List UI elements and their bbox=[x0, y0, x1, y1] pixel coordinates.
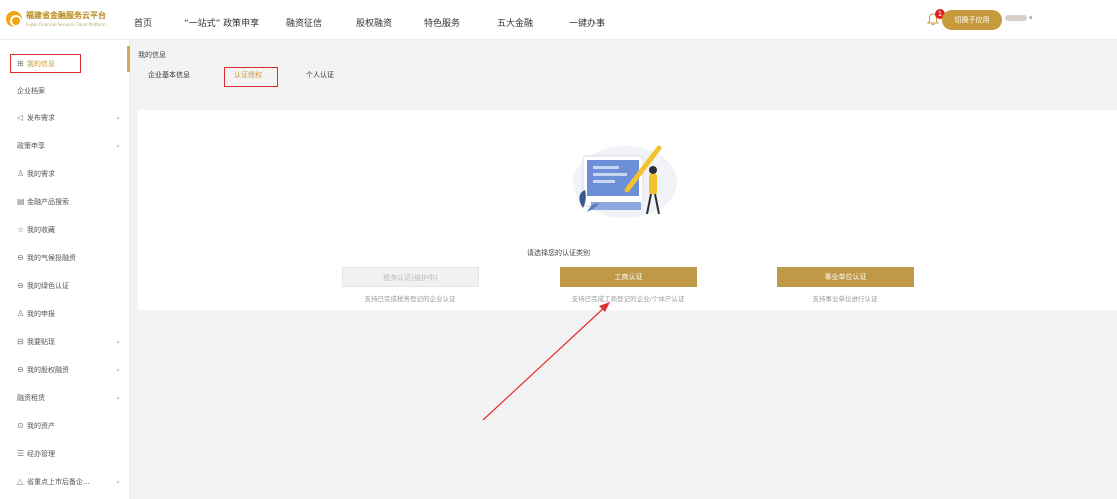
sidebar-item-label: 省重点上市后备企... bbox=[27, 478, 90, 486]
chevron-down-icon: ⌄ bbox=[115, 365, 121, 373]
sidebar-item-equity-finance[interactable]: ⊖ 我的股权融资 ⌄ bbox=[0, 360, 130, 380]
send-icon: ◁ bbox=[17, 113, 24, 122]
nav-policy[interactable]: “一站式” 政策申享 bbox=[184, 16, 259, 29]
grid-icon: ⊟ bbox=[17, 337, 24, 346]
menu-icon: ☰ bbox=[17, 449, 25, 458]
chevron-down-icon: ⌄ bbox=[115, 337, 121, 345]
nav-special[interactable]: 特色服务 bbox=[424, 16, 460, 29]
switch-app-button[interactable]: 切换子应用 bbox=[942, 10, 1002, 30]
nav-five-finance[interactable]: 五大金融 bbox=[497, 16, 533, 29]
sidebar-item-publish-demand[interactable]: ◁ 发布需求 ⌄ bbox=[0, 108, 130, 128]
nav-equity[interactable]: 股权融资 bbox=[356, 16, 392, 29]
sidebar-item-label: 我的需求 bbox=[27, 170, 55, 178]
sidebar-item-label: 经办管理 bbox=[27, 450, 55, 458]
tax-certification-desc: 支持已完成税务登记的企业认证 bbox=[364, 295, 456, 303]
target-icon: ⊙ bbox=[17, 421, 24, 430]
tax-certification-button[interactable]: 税务认证(维护中) bbox=[342, 267, 479, 287]
sidebar-item-my-applications[interactable]: ♙ 我的申报 bbox=[0, 304, 130, 324]
highlight-box-authorization-tab bbox=[224, 67, 278, 87]
platform-logo[interactable]: 福建省金融服务云平台 Fujian Financial Services Clo… bbox=[6, 10, 126, 32]
sidebar-item-label: 我的收藏 bbox=[27, 226, 55, 234]
business-certification-button[interactable]: 工商认证 bbox=[560, 267, 697, 287]
tab-bar: 企业基本信息 认证授权 个人认证 bbox=[138, 40, 1117, 92]
sidebar-item-my-assets[interactable]: ⊙ 我的资产 bbox=[0, 416, 130, 436]
sidebar-item-label: 我的股权融资 bbox=[27, 366, 69, 374]
institution-certification-desc: 支持事业单位进行认证 bbox=[812, 295, 878, 303]
sidebar-item-company-profile[interactable]: 企业档案 bbox=[0, 81, 130, 101]
sidebar-item-my-demands[interactable]: ♙ 我的需求 bbox=[0, 164, 130, 184]
sidebar-item-label: 我的申报 bbox=[27, 310, 55, 318]
top-navigation-bar: 福建省金融服务云平台 Fujian Financial Services Clo… bbox=[0, 0, 1117, 40]
sidebar: ⊞ 我的信息 企业档案 ◁ 发布需求 ⌄ 政策申享 ⌄ ♙ 我的需求 ▤ 金融产… bbox=[0, 40, 130, 499]
sidebar-item-label: 我的绿色认证 bbox=[27, 282, 69, 290]
circle-icon: ⊖ bbox=[17, 281, 24, 290]
sidebar-item-label: 我的资产 bbox=[27, 422, 55, 430]
chevron-down-icon: ⌄ bbox=[115, 113, 121, 121]
sidebar-item-leasing[interactable]: 融资租赁 ⌄ bbox=[0, 388, 130, 408]
sidebar-item-label: 金融产品搜索 bbox=[27, 198, 69, 206]
user-icon: ♙ bbox=[17, 169, 25, 178]
sidebar-item-label: 企业档案 bbox=[17, 87, 45, 95]
sidebar-item-policy[interactable]: 政策申享 ⌄ bbox=[0, 136, 130, 156]
sidebar-item-favorites[interactable]: ☆ 我的收藏 bbox=[0, 220, 130, 240]
logo-icon bbox=[6, 11, 22, 27]
certification-illustration bbox=[573, 145, 677, 218]
list-icon: ▤ bbox=[17, 197, 25, 206]
sidebar-item-label: 我要贴现 bbox=[27, 338, 55, 346]
circle-icon: ⊖ bbox=[17, 365, 24, 374]
notification-bell-icon[interactable]: 1 bbox=[927, 9, 945, 26]
sidebar-item-green-cert[interactable]: ⊖ 我的绿色认证 bbox=[0, 276, 130, 296]
certification-prompt: 请选择您的认证类别 bbox=[527, 249, 590, 257]
tab-company-info[interactable]: 企业基本信息 bbox=[148, 70, 190, 80]
user-name-blurred bbox=[1005, 15, 1027, 21]
business-certification-desc: 支持已完成工商登记的企业/个体户认证 bbox=[571, 295, 685, 303]
sidebar-item-label: 政策申享 bbox=[17, 142, 45, 150]
chevron-down-icon: ⌄ bbox=[115, 141, 121, 149]
sidebar-item-product-search[interactable]: ▤ 金融产品搜索 bbox=[0, 192, 130, 212]
tab-personal-cert[interactable]: 个人认证 bbox=[306, 70, 334, 80]
nav-credit[interactable]: 融资征信 bbox=[286, 16, 322, 29]
chevron-down-icon: ▾ bbox=[1029, 14, 1033, 22]
sidebar-item-agent-management[interactable]: ☰ 经办管理 bbox=[0, 444, 130, 464]
sidebar-item-listing-reserve[interactable]: △ 省重点上市后备企... ⌄ bbox=[0, 472, 130, 492]
user-icon: ♙ bbox=[17, 309, 25, 318]
chevron-down-icon: ⌄ bbox=[115, 393, 121, 401]
sidebar-item-discount[interactable]: ⊟ 我要贴现 ⌄ bbox=[0, 332, 130, 352]
user-menu[interactable]: ▾ bbox=[1005, 14, 1033, 22]
sidebar-item-label: 发布需求 bbox=[27, 114, 55, 122]
logo-subtitle: Fujian Financial Services Cloud Platform bbox=[26, 22, 106, 27]
triangle-icon: △ bbox=[17, 477, 24, 486]
logo-text: 福建省金融服务云平台 bbox=[26, 11, 106, 20]
institution-certification-button[interactable]: 事业单位认证 bbox=[777, 267, 914, 287]
nav-home[interactable]: 首页 bbox=[134, 16, 152, 29]
chevron-down-icon: ⌄ bbox=[115, 477, 121, 485]
star-icon: ☆ bbox=[17, 225, 25, 234]
highlight-box-my-info bbox=[10, 54, 81, 73]
sidebar-item-label: 融资租赁 bbox=[17, 394, 45, 402]
nav-one-click[interactable]: 一键办事 bbox=[569, 16, 605, 29]
